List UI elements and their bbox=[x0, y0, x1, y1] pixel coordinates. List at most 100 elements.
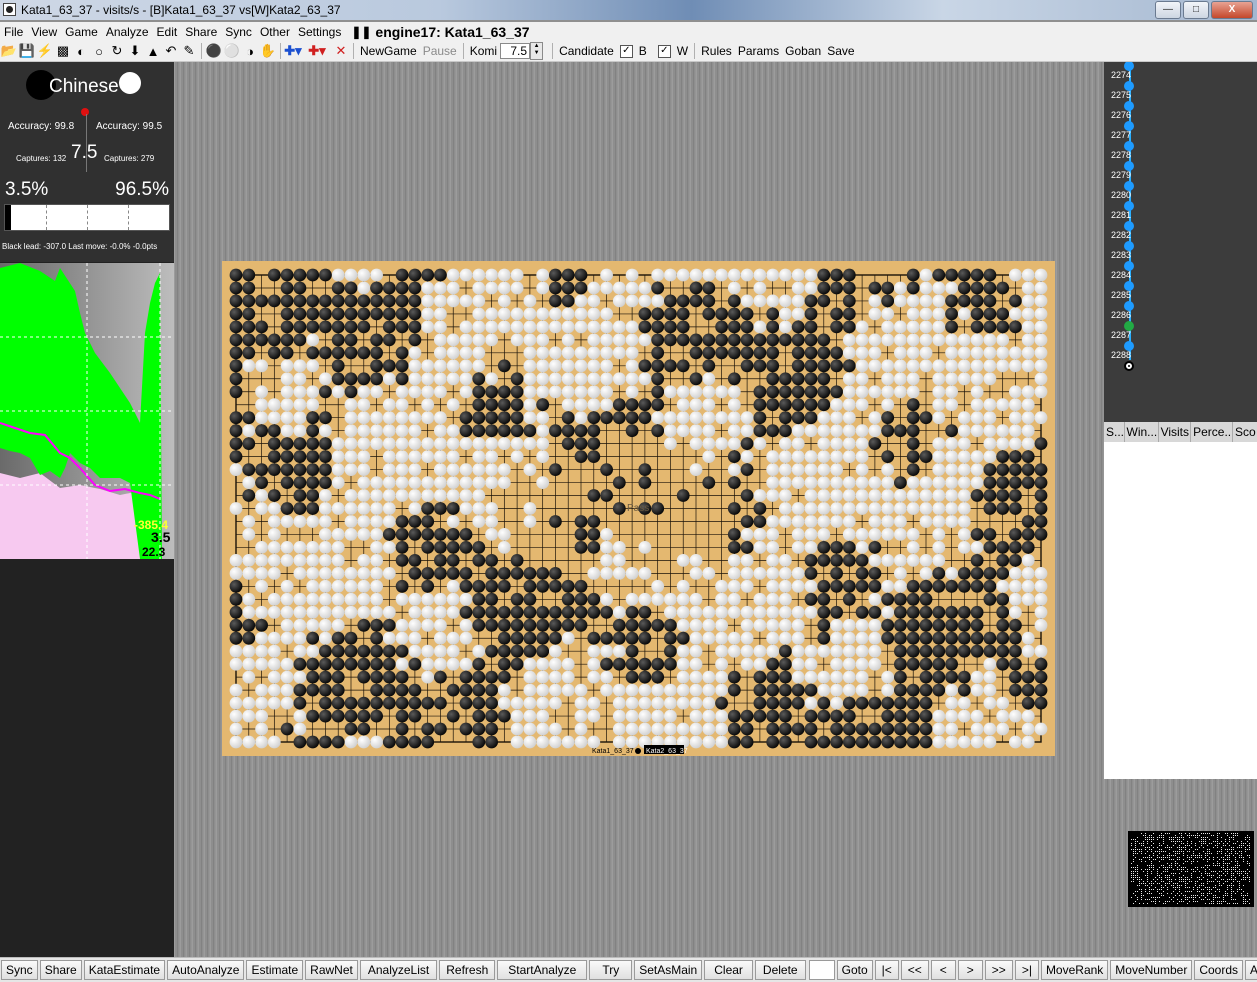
analyze-list-button[interactable]: AnalyzeList bbox=[359, 960, 438, 980]
blue-cross-icon[interactable]: ✚▾ bbox=[284, 42, 302, 60]
bar-chart-icon[interactable]: ▩ bbox=[54, 42, 72, 60]
tree-move-number: 2283 bbox=[1111, 250, 1132, 260]
back-ten-button[interactable]: << bbox=[900, 960, 929, 980]
menu-share[interactable]: Share bbox=[181, 25, 221, 39]
tab-winrate[interactable]: Win... bbox=[1125, 422, 1159, 442]
analysis-list[interactable] bbox=[1104, 442, 1257, 779]
white-player-name: Kata2_63_37 bbox=[646, 748, 688, 755]
down-arrow-icon[interactable]: ⬇ bbox=[126, 42, 144, 60]
tree-node[interactable] bbox=[1124, 241, 1134, 251]
refresh-button[interactable]: Refresh bbox=[439, 960, 496, 980]
circle-icon[interactable]: ○ bbox=[90, 42, 108, 60]
rules-button[interactable]: Rules bbox=[698, 44, 735, 58]
move-rank-button[interactable]: MoveRank bbox=[1040, 960, 1109, 980]
auto-analyze-button[interactable]: AutoAnalyze bbox=[167, 960, 245, 980]
tree-node[interactable] bbox=[1124, 101, 1134, 111]
lightning-icon[interactable]: ⚡ bbox=[36, 42, 54, 60]
raw-net-button[interactable]: RawNet bbox=[305, 960, 358, 980]
forward-ten-button[interactable]: >> bbox=[984, 960, 1013, 980]
try-button[interactable]: Try bbox=[589, 960, 633, 980]
tab-visits[interactable]: Visits bbox=[1159, 422, 1192, 442]
tab-score[interactable]: Sco bbox=[1233, 422, 1257, 442]
black-stone-icon[interactable]: ⚫ bbox=[205, 42, 223, 60]
save-disk-icon[interactable]: 💾 bbox=[18, 42, 36, 60]
auto-play-button[interactable]: AutoP bbox=[1245, 960, 1257, 980]
variation-tree[interactable]: 2274 2275 2276 2277 2278 2279 2280 2281 2282 2283… bbox=[1104, 62, 1257, 422]
tree-node[interactable] bbox=[1124, 301, 1134, 311]
tree-node[interactable] bbox=[1124, 341, 1134, 351]
tree-move-number: 2274 bbox=[1111, 70, 1132, 80]
winrate-graph[interactable]: -385.4 3.5 22.3 bbox=[0, 263, 174, 559]
maximize-button[interactable]: □ bbox=[1183, 1, 1209, 19]
back-button[interactable]: < bbox=[930, 960, 956, 980]
go-board-canvas[interactable]: Pass Kata1_63_37 Kata2_63_37 bbox=[222, 261, 1055, 756]
alternate-stone-icon[interactable]: ◑ bbox=[241, 42, 259, 60]
tree-node[interactable] bbox=[1124, 141, 1134, 151]
undo-icon[interactable]: ↶ bbox=[162, 42, 180, 60]
minimize-button[interactable]: — bbox=[1155, 1, 1181, 19]
pause-icon[interactable]: ❚❚ bbox=[351, 25, 371, 39]
hand-icon[interactable]: ✋ bbox=[259, 42, 277, 60]
candidate-w-checkbox[interactable]: ✓ bbox=[657, 44, 671, 58]
komi-input[interactable] bbox=[500, 43, 531, 59]
tree-node[interactable] bbox=[1124, 201, 1134, 211]
params-button[interactable]: Params bbox=[735, 44, 782, 58]
tree-node[interactable] bbox=[1124, 261, 1134, 271]
goto-button[interactable]: Goto bbox=[836, 960, 873, 980]
forward-button[interactable]: > bbox=[957, 960, 983, 980]
save-button[interactable]: Save bbox=[824, 44, 857, 58]
candidate-b-checkbox[interactable]: ✓ bbox=[619, 44, 633, 58]
tree-node[interactable] bbox=[1124, 62, 1134, 71]
black-player-dot bbox=[635, 748, 641, 754]
red-cross-icon[interactable]: ✚▾ bbox=[308, 42, 326, 60]
komi-spinner[interactable]: ▲ ▼ bbox=[530, 42, 544, 60]
goto-move-input[interactable] bbox=[808, 960, 835, 980]
share-button[interactable]: Share bbox=[39, 960, 82, 980]
start-analyze-button[interactable]: StartAnalyze bbox=[497, 960, 588, 980]
menu-other[interactable]: Other bbox=[256, 25, 294, 39]
sync-button[interactable]: Sync bbox=[1, 960, 38, 980]
first-move-button[interactable]: |< bbox=[874, 960, 899, 980]
go-board[interactable]: Pass Kata1_63_37 Kata2_63_37 bbox=[222, 261, 1055, 756]
clear-x-icon[interactable]: ✕ bbox=[332, 42, 350, 60]
set-as-main-button[interactable]: SetAsMain bbox=[634, 960, 703, 980]
clear-button[interactable]: Clear bbox=[704, 960, 753, 980]
menu-settings[interactable]: Settings bbox=[294, 25, 345, 39]
tree-node[interactable] bbox=[1124, 321, 1134, 331]
tab-percent[interactable]: Perce... bbox=[1191, 422, 1233, 442]
tree-node[interactable] bbox=[1124, 161, 1134, 171]
tree-icon[interactable]: ▲ bbox=[144, 42, 162, 60]
menu-file[interactable]: File bbox=[0, 25, 27, 39]
tab-s[interactable]: S... bbox=[1104, 422, 1125, 442]
pencil-icon[interactable]: ✎ bbox=[180, 42, 198, 60]
move-number-button[interactable]: MoveNumber bbox=[1110, 960, 1193, 980]
new-game-button[interactable]: NewGame bbox=[357, 44, 420, 58]
tree-move-number: 2277 bbox=[1111, 130, 1132, 140]
tree-node[interactable] bbox=[1124, 121, 1134, 131]
menu-view[interactable]: View bbox=[27, 25, 61, 39]
coords-button[interactable]: Coords bbox=[1194, 960, 1244, 980]
tree-node[interactable] bbox=[1124, 281, 1134, 291]
goban-button[interactable]: Goban bbox=[782, 44, 824, 58]
tree-node[interactable] bbox=[1124, 81, 1134, 91]
last-move-button[interactable]: >| bbox=[1014, 960, 1039, 980]
white-stone-icon[interactable]: ⚪ bbox=[223, 42, 241, 60]
minimap-canvas bbox=[1131, 833, 1250, 904]
menu-game[interactable]: Game bbox=[61, 25, 102, 39]
pause-button[interactable]: Pause bbox=[420, 44, 460, 58]
close-button[interactable]: X bbox=[1211, 1, 1253, 19]
menu-sync[interactable]: Sync bbox=[221, 25, 256, 39]
engine-label[interactable]: engine17: Kata1_63_37 bbox=[375, 24, 529, 40]
tree-node[interactable] bbox=[1124, 181, 1134, 191]
lead-info: Black lead: -307.0 Last move: -0.0% -0.0… bbox=[2, 242, 158, 251]
open-folder-icon[interactable]: 📂 bbox=[0, 42, 18, 60]
delete-button[interactable]: Delete bbox=[754, 960, 806, 980]
tree-node[interactable] bbox=[1124, 221, 1134, 231]
menu-analyze[interactable]: Analyze bbox=[102, 25, 153, 39]
refresh-icon[interactable]: ↻ bbox=[108, 42, 126, 60]
kata-estimate-button[interactable]: KataEstimate bbox=[83, 960, 166, 980]
menu-edit[interactable]: Edit bbox=[153, 25, 182, 39]
tree-current-node[interactable] bbox=[1124, 361, 1134, 371]
half-stone-icon[interactable]: ◐ bbox=[72, 42, 90, 60]
estimate-button[interactable]: Estimate bbox=[246, 960, 304, 980]
